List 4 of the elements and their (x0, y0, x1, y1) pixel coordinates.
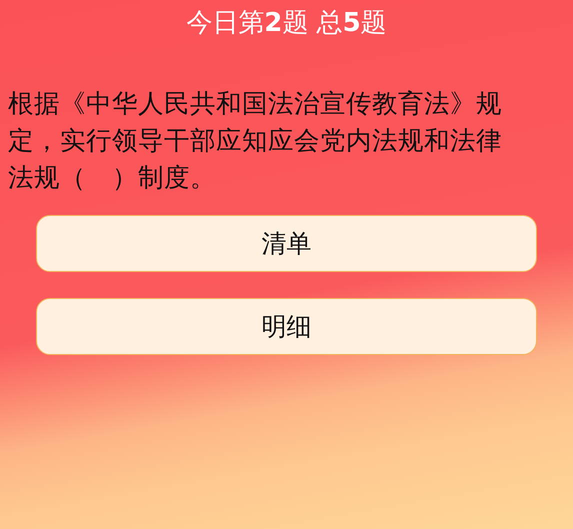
answer-option[interactable]: 清单 (36, 215, 537, 272)
question-text: 根据《中华人民共和国法治宣传教育法》规定，实行领导干部应知应会党内法规和法律法规（ ）制度。 (7, 88, 503, 195)
answer-option[interactable]: 明细 (36, 298, 537, 355)
question-counter: 今日第2题 总5题 (185, 7, 388, 40)
